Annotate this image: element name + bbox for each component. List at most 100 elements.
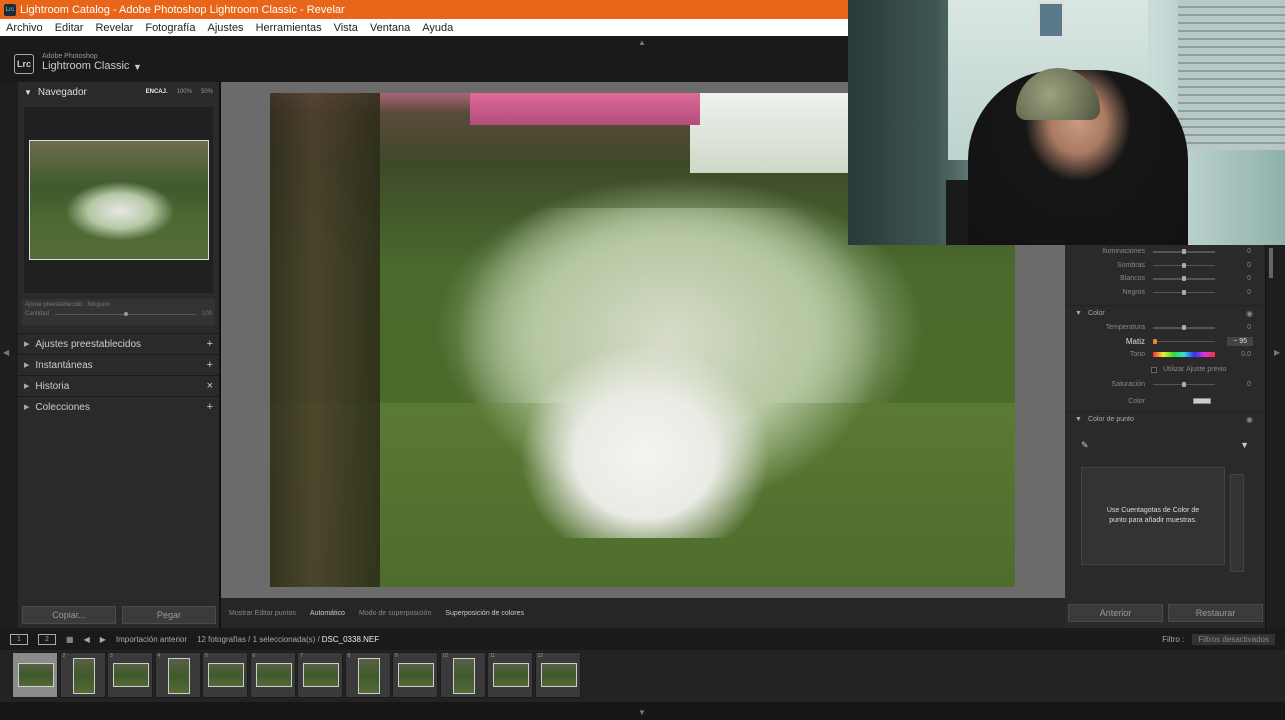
slider-knob[interactable] xyxy=(1182,381,1186,387)
filmstrip-thumbnail[interactable]: 6 xyxy=(249,652,296,698)
back-arrow-icon[interactable]: ◀ xyxy=(84,635,90,644)
menu-editar[interactable]: Editar xyxy=(55,22,84,34)
zoom-50[interactable]: 50% xyxy=(201,89,213,95)
slider-iluminaciones[interactable]: Iluminaciones 0 xyxy=(1065,245,1265,259)
slider-value[interactable]: 0 xyxy=(1247,262,1261,269)
slider-track[interactable] xyxy=(1153,325,1215,330)
menu-ajustes[interactable]: Ajustes xyxy=(207,22,243,34)
slider-blancos[interactable]: Blancos 0 xyxy=(1065,272,1265,286)
screen-2-button[interactable]: 2 xyxy=(38,633,56,645)
filmstrip-thumbnail[interactable]: 2 xyxy=(59,652,106,698)
clear-history-icon[interactable]: × xyxy=(207,380,213,392)
amount-slider[interactable] xyxy=(55,311,196,316)
section-collections[interactable]: ▶ Colecciones + xyxy=(18,396,219,417)
slider-track[interactable] xyxy=(1153,381,1215,387)
slider-track[interactable] xyxy=(1153,249,1215,254)
slider-track[interactable] xyxy=(1153,276,1215,281)
menu-ventana[interactable]: Ventana xyxy=(370,22,410,34)
slider-value[interactable]: − 95 xyxy=(1227,336,1253,346)
slider-knob[interactable] xyxy=(1182,325,1186,330)
point-color-header[interactable]: ▼ Color de punto ◉ xyxy=(1065,411,1265,427)
left-panel-edge[interactable]: ◀ xyxy=(0,82,18,628)
collapse-left-arrow-icon[interactable]: ◀ xyxy=(3,348,9,357)
filmstrip-thumbnail[interactable]: 8 xyxy=(344,652,391,698)
eye-icon[interactable]: ◉ xyxy=(1246,309,1253,318)
dropdown-arrow-icon[interactable]: ▼ xyxy=(1240,440,1249,450)
slider-knob[interactable] xyxy=(1182,262,1186,268)
filmstrip-thumbnail[interactable]: 10 xyxy=(439,652,486,698)
filmstrip-thumbnail[interactable]: 5 xyxy=(202,652,248,698)
slider-knob[interactable] xyxy=(1182,249,1186,254)
zoom-fit[interactable]: ENCAJ. xyxy=(146,89,168,95)
copy-button[interactable]: Copiar... xyxy=(22,606,116,624)
eye-icon[interactable]: ◉ xyxy=(1246,415,1253,424)
filter-dropdown[interactable]: Filtros desactivados xyxy=(1192,633,1275,645)
auto-dropdown[interactable]: Automático xyxy=(310,610,345,617)
sample-scrollbar[interactable] xyxy=(1230,474,1244,572)
menu-vista[interactable]: Vista xyxy=(334,22,358,34)
slider-sombras[interactable]: Sombras 0 xyxy=(1065,259,1265,273)
menu-ayuda[interactable]: Ayuda xyxy=(422,22,453,34)
filename[interactable]: DSC_0338.NEF xyxy=(322,635,379,644)
slider-tono[interactable]: Tono 0,0 xyxy=(1065,348,1265,362)
use-preset-checkbox[interactable] xyxy=(1151,366,1157,373)
menu-herramientas[interactable]: Herramientas xyxy=(256,22,322,34)
zoom-100[interactable]: 100% xyxy=(177,89,192,95)
slider-track[interactable] xyxy=(1153,262,1215,268)
collapse-right-arrow-icon[interactable]: ▶ xyxy=(1274,348,1280,357)
navigator-preview[interactable] xyxy=(24,107,213,293)
slider-saturacion[interactable]: Saturación 0 xyxy=(1065,378,1265,392)
scrollbar-thumb[interactable] xyxy=(1269,248,1273,278)
slider-matiz[interactable]: Matiz − 95 xyxy=(1065,335,1265,349)
filmstrip-thumbnail[interactable]: 9 xyxy=(392,652,438,698)
filmstrip[interactable]: 1 2 3 4 5 6 7 8 9 10 11 12 xyxy=(0,650,1285,702)
menu-archivo[interactable]: Archivo xyxy=(6,22,43,34)
brand-caret-icon[interactable]: ▼ xyxy=(133,62,142,72)
screen-1-button[interactable]: 1 xyxy=(10,633,28,645)
collapse-bottom-arrow-icon[interactable]: ▼ xyxy=(638,708,646,717)
previous-button[interactable]: Anterior xyxy=(1068,604,1163,622)
navigator-header[interactable]: ▼ Navegador ENCAJ. 100% 50% xyxy=(18,82,219,102)
slider-value[interactable]: 0 xyxy=(1247,289,1261,296)
collapse-top-arrow-icon[interactable]: ▲ xyxy=(638,38,646,47)
paste-button[interactable]: Pegar xyxy=(122,606,216,624)
add-collection-icon[interactable]: + xyxy=(207,401,213,413)
menu-fotografia[interactable]: Fotografía xyxy=(145,22,195,34)
use-preset-row[interactable]: Utilizar Ajuste previo xyxy=(1065,362,1265,378)
forward-arrow-icon[interactable]: ▶ xyxy=(100,635,106,644)
section-snapshots[interactable]: ▶ Instantáneas + xyxy=(18,354,219,375)
slider-knob[interactable] xyxy=(1182,276,1186,281)
filmstrip-thumbnail[interactable]: 3 xyxy=(107,652,153,698)
brand-name[interactable]: Lightroom Classic xyxy=(42,60,129,72)
add-preset-icon[interactable]: + xyxy=(207,338,213,350)
slider-value[interactable]: 0 xyxy=(1247,248,1261,255)
slider-track[interactable] xyxy=(1152,338,1215,344)
filmstrip-thumbnail[interactable]: 12 xyxy=(534,652,581,698)
slider-temperatura[interactable]: Temperatura 0 xyxy=(1065,321,1265,335)
reset-button[interactable]: Restaurar xyxy=(1168,604,1263,622)
slider-knob[interactable] xyxy=(1182,289,1186,295)
slider-value[interactable]: 0 xyxy=(1247,275,1261,282)
tono-gradient[interactable] xyxy=(1153,352,1215,358)
slider-negros[interactable]: Negros 0 xyxy=(1065,286,1265,300)
color-swatch-row[interactable]: Color xyxy=(1065,391,1265,411)
slider-value[interactable]: 0 xyxy=(1247,381,1261,388)
section-history[interactable]: ▶ Historia × xyxy=(18,375,219,396)
grid-icon[interactable]: ▦ xyxy=(66,635,74,644)
amount-slider-knob[interactable] xyxy=(123,311,128,316)
source-label[interactable]: Importación anterior xyxy=(116,635,187,644)
slider-value[interactable]: 0,0 xyxy=(1241,351,1261,358)
color-section-header[interactable]: ▼ Color ◉ xyxy=(1065,305,1265,321)
menu-revelar[interactable]: Revelar xyxy=(95,22,133,34)
filmstrip-thumbnail[interactable]: 11 xyxy=(487,652,533,698)
navigator-thumbnail[interactable] xyxy=(28,140,209,260)
bottom-edge[interactable]: ▼ xyxy=(0,702,1285,720)
slider-knob[interactable] xyxy=(1152,338,1157,344)
slider-track[interactable] xyxy=(1153,289,1215,295)
show-edit-points[interactable]: Mostrar Editar puntos xyxy=(229,610,296,617)
filmstrip-thumbnail[interactable]: 4 xyxy=(154,652,201,698)
overlay-mode-dropdown[interactable]: Superposición de colores xyxy=(445,610,524,617)
section-presets[interactable]: ▶ Ajustes preestablecidos + xyxy=(18,333,219,354)
filmstrip-thumbnail[interactable]: 1 xyxy=(12,652,58,698)
slider-value[interactable]: 0 xyxy=(1247,324,1261,331)
